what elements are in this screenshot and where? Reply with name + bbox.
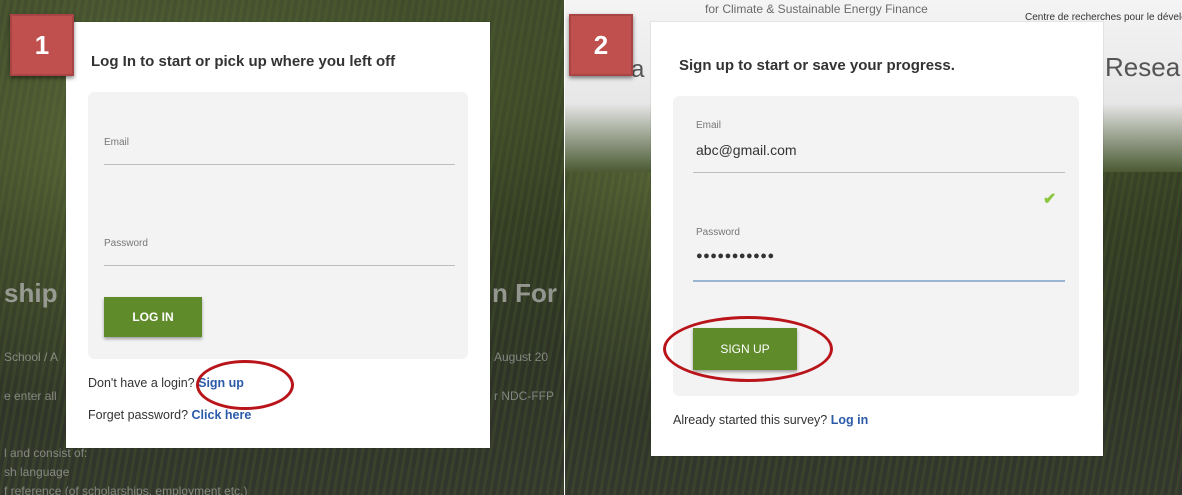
forgot-password-link[interactable]: Click here: [192, 408, 252, 422]
password-underline-focused: [693, 280, 1065, 282]
step-badge-1: 1: [10, 14, 74, 76]
login-link[interactable]: Log in: [831, 413, 869, 427]
bg-text-line: l and consist of:: [4, 446, 88, 460]
login-row: Already started this survey? Log in: [673, 413, 868, 427]
email-field[interactable]: [104, 148, 454, 164]
password-field[interactable]: [104, 249, 454, 265]
signup-prompt: Don't have a login?: [88, 376, 199, 390]
bg-fragment-right: Resea: [1105, 52, 1181, 82]
bg-text-line: e enter all: [4, 389, 57, 403]
highlight-oval-signup-button: [663, 316, 833, 382]
bg-heading-left: ship: [4, 278, 58, 308]
login-button[interactable]: LOG IN: [104, 297, 202, 337]
password-label: Password: [104, 238, 148, 249]
bg-heading-right: n For: [492, 278, 557, 308]
forgot-prompt: Forget password?: [88, 408, 192, 422]
login-form: Email Password LOG IN: [88, 92, 468, 359]
email-underline: [693, 172, 1065, 173]
step-badge-2: 2: [569, 14, 633, 76]
bg-text-line: August 20: [494, 350, 549, 364]
bg-text-line: r NDC-FFP: [494, 389, 554, 403]
signup-modal: Sign up to start or save your progress. …: [651, 22, 1103, 456]
panel-signup-step: for Climate & Sustainable Energy Finance…: [565, 0, 1182, 495]
highlight-oval-signup: [196, 360, 294, 410]
email-field[interactable]: abc@gmail.com: [696, 142, 797, 158]
bg-text-line: School / A: [4, 350, 59, 364]
email-underline: [104, 164, 455, 165]
password-field[interactable]: ●●●●●●●●●●●: [696, 250, 775, 262]
modal-title: Sign up to start or save your progress.: [679, 57, 955, 74]
login-prompt: Already started this survey?: [673, 413, 831, 427]
email-label: Email: [104, 137, 130, 148]
bg-text-line: f reference (of scholarships, employment…: [4, 484, 248, 495]
modal-title: Log In to start or pick up where you lef…: [91, 53, 396, 70]
panel-login-step: ship n For School / A August 20 e enter …: [0, 0, 564, 495]
forgot-row: Forget password? Click here: [88, 408, 251, 422]
bg-fragment-left: a: [631, 56, 645, 83]
bg-header-text: for Climate & Sustainable Energy Finance: [705, 2, 928, 16]
password-underline: [104, 265, 455, 266]
password-label: Password: [696, 227, 740, 238]
bg-text-line: sh language: [4, 465, 70, 479]
check-icon: ✔: [1043, 191, 1057, 208]
email-label: Email: [696, 120, 722, 131]
